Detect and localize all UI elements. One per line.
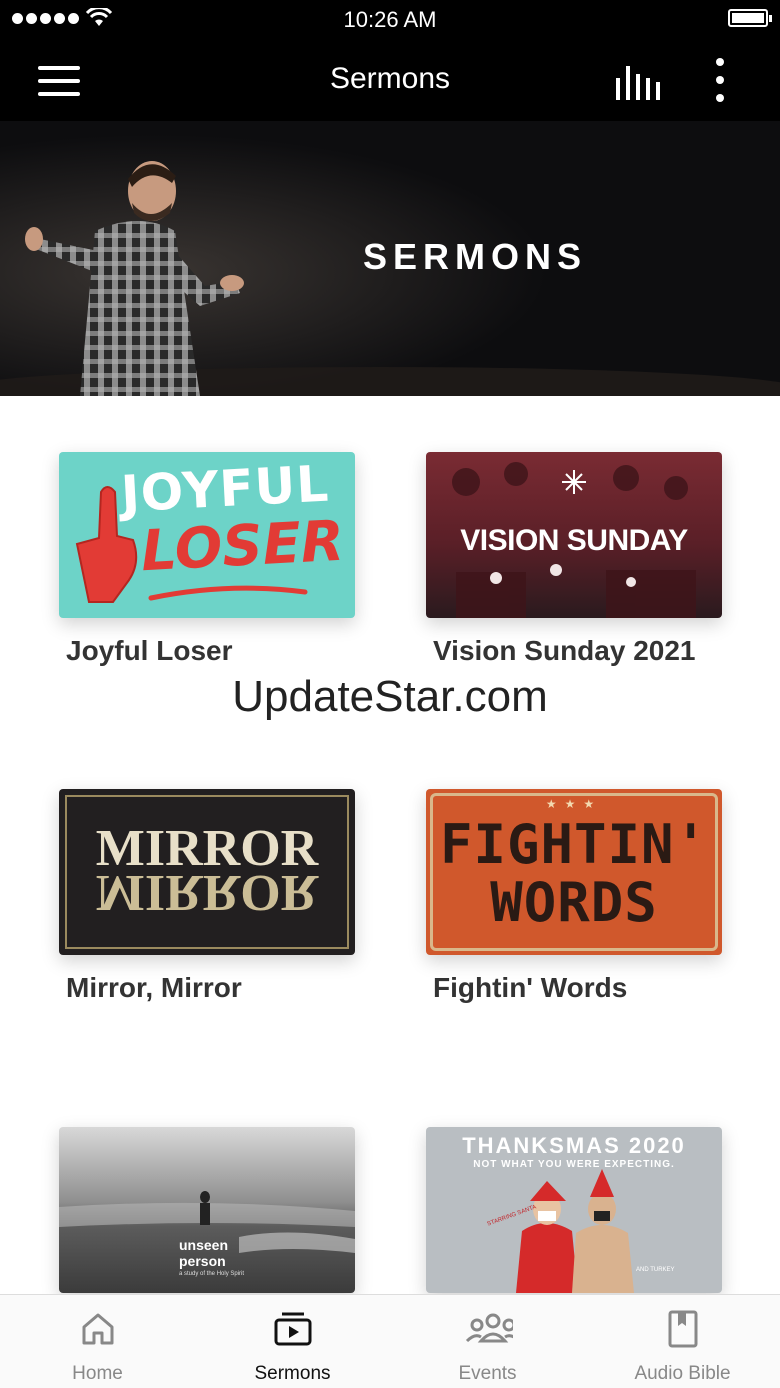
status-bar: 10:26 AM: [0, 0, 780, 40]
series-art-text: LOSER: [139, 508, 346, 585]
series-art-text: AND TURKEY: [636, 1267, 675, 1273]
series-title: Fightin' Words: [433, 972, 628, 1003]
tab-label: Home: [72, 1363, 123, 1384]
sermon-series-card[interactable]: unseen person a study of the Holy Spirit: [59, 1127, 355, 1309]
series-art-text: NOT WHAT YOU WERE EXPECTING.: [473, 1159, 675, 1170]
series-title: Vision Sunday 2021: [433, 635, 696, 666]
watermark-text: UpdateStar.com: [232, 672, 548, 721]
tab-events[interactable]: Events: [390, 1295, 585, 1388]
sermons-icon: [274, 1312, 312, 1346]
series-thumbnail: JOYFUL LOSER: [59, 452, 355, 618]
audio-bible-icon: [668, 1310, 698, 1348]
series-title: Mirror, Mirror: [66, 972, 242, 1003]
tab-audio-bible[interactable]: Audio Bible: [585, 1295, 780, 1388]
series-thumbnail: VISION SUNDAY: [426, 452, 722, 618]
series-title: Joyful Loser: [66, 635, 233, 666]
series-art-text: WORDS: [490, 871, 658, 934]
home-icon: [82, 1313, 114, 1345]
hero-title: SERMONS: [362, 236, 588, 277]
audio-bars-icon[interactable]: [612, 62, 662, 102]
series-art-text: VISION SUNDAY: [460, 524, 688, 557]
tab-label: Events: [458, 1363, 517, 1384]
series-art-text: FIGHTIN': [439, 813, 709, 876]
series-art-text: a study of the Holy Spirit: [179, 1271, 245, 1277]
sermon-series-card[interactable]: JOYFUL LOSER Joyful Loser: [59, 452, 355, 668]
tab-label: Audio Bible: [634, 1363, 731, 1384]
series-art-text: unseen: [179, 1237, 229, 1253]
tab-label: Sermons: [254, 1363, 331, 1384]
nav-bar: Sermons: [0, 40, 780, 121]
battery-icon: [728, 9, 772, 27]
series-thumbnail: THANKSMAS 2020 NOT WHAT YOU WERE EXPECTI…: [426, 1127, 722, 1293]
sermon-series-card[interactable]: VISION SUNDAY Vision Sunday 2021: [426, 452, 722, 668]
hero-banner: SERMONS: [0, 121, 780, 396]
series-art-text: person: [179, 1253, 226, 1269]
sermon-series-card[interactable]: MIRROR MIRROR Mirror, Mirror: [59, 789, 355, 1005]
series-art-text: THANKSMAS 2020: [462, 1133, 686, 1158]
tab-home[interactable]: Home: [0, 1295, 195, 1388]
series-thumbnail: ★★★ FIGHTIN' WORDS: [426, 789, 722, 955]
series-art-text: MIRROR: [95, 864, 319, 921]
tab-sermons[interactable]: Sermons: [195, 1295, 390, 1388]
sermon-series-card[interactable]: THANKSMAS 2020 NOT WHAT YOU WERE EXPECTI…: [426, 1127, 722, 1309]
status-time: 10:26 AM: [343, 7, 437, 32]
tab-bar: Home Sermons Events Audio Bible: [0, 1294, 780, 1388]
more-options-icon[interactable]: [708, 58, 732, 102]
events-icon: [465, 1313, 513, 1343]
stars-decoration: ★★★: [545, 797, 603, 811]
series-thumbnail: MIRROR MIRROR: [59, 789, 355, 955]
sermon-series-card[interactable]: ★★★ FIGHTIN' WORDS Fightin' Words: [426, 789, 722, 1005]
series-thumbnail: unseen person a study of the Holy Spirit: [59, 1127, 355, 1293]
page-title: Sermons: [329, 62, 451, 95]
